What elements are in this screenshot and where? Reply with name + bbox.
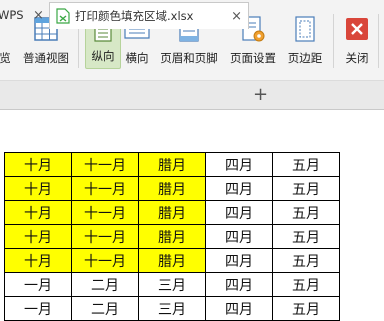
table-cell[interactable]: 一月 <box>4 272 72 297</box>
table-cell[interactable]: 腊月 <box>138 224 206 249</box>
table-row: 十月 十一月 腊月 四月 五月 <box>4 224 340 249</box>
tab-close-icon[interactable]: × <box>231 9 242 24</box>
table-row: 十月 十一月 腊月 四月 五月 <box>4 200 340 225</box>
margins-button[interactable]: 页边距 <box>285 12 325 74</box>
header-footer-label: 页眉和页脚 <box>160 51 218 65</box>
close-label: 关闭 <box>345 51 369 65</box>
close-icon <box>345 12 369 46</box>
table-cell[interactable]: 十一月 <box>71 176 139 201</box>
table-cell[interactable]: 五月 <box>272 296 340 321</box>
ribbon-divider <box>333 14 334 68</box>
table-cell[interactable]: 三月 <box>138 296 206 321</box>
tab-wps-label: WPS <box>0 8 24 22</box>
table-cell[interactable]: 腊月 <box>138 152 206 177</box>
close-preview-button[interactable]: 关闭 <box>340 12 374 74</box>
margins-label: 页边距 <box>287 51 323 65</box>
table-cell[interactable]: 十一月 <box>71 248 139 273</box>
tab-spreadsheet[interactable]: 打印颜色填充区域.xlsx × <box>49 2 249 29</box>
table-cell[interactable]: 四月 <box>205 248 273 273</box>
tab-spreadsheet-label: 打印颜色填充区域.xlsx <box>75 9 194 23</box>
table-cell[interactable]: 五月 <box>272 200 340 225</box>
month-table: 十月 十一月 腊月 四月 五月 十月 十一月 腊月 四月 五月 十月 十一月 腊月 四月 五月 十月 十一月 腊月… <box>4 152 340 321</box>
table-cell[interactable]: 十月 <box>4 200 72 225</box>
print-preview-page: 十月 十一月 腊月 四月 五月 十月 十一月 腊月 四月 五月 十月 十一月 腊月 四月 五月 十月 十一月 腊月… <box>0 110 384 321</box>
document-tab-bar <box>0 81 384 110</box>
table-cell[interactable]: 十一月 <box>71 152 139 177</box>
add-tab-icon[interactable]: + <box>253 84 268 105</box>
table-cell[interactable]: 三月 <box>138 272 206 297</box>
table-row: 十月 十一月 腊月 四月 五月 <box>4 176 340 201</box>
table-cell[interactable]: 五月 <box>272 272 340 297</box>
table-cell[interactable]: 四月 <box>205 272 273 297</box>
table-cell[interactable]: 腊月 <box>138 200 206 225</box>
table-cell[interactable]: 四月 <box>205 224 273 249</box>
table-cell[interactable]: 十一月 <box>71 200 139 225</box>
preview-label: 览 <box>0 51 11 65</box>
portrait-label: 纵向 <box>91 49 115 63</box>
table-cell[interactable]: 四月 <box>205 152 273 177</box>
table-row: 一月 二月 三月 四月 五月 <box>4 296 340 321</box>
table-cell[interactable]: 腊月 <box>138 176 206 201</box>
table-cell[interactable]: 五月 <box>272 176 340 201</box>
table-row: 十月 十一月 腊月 四月 五月 <box>4 152 340 177</box>
table-cell[interactable]: 五月 <box>272 248 340 273</box>
table-cell[interactable]: 四月 <box>205 296 273 321</box>
tab-close-icon[interactable]: × <box>33 8 44 23</box>
table-cell[interactable]: 四月 <box>205 200 273 225</box>
table-cell[interactable]: 五月 <box>272 152 340 177</box>
table-cell[interactable]: 十月 <box>4 224 72 249</box>
ribbon-divider <box>378 14 379 68</box>
table-cell[interactable]: 四月 <box>205 176 273 201</box>
table-cell[interactable]: 十月 <box>4 176 72 201</box>
table-cell[interactable]: 十月 <box>4 248 72 273</box>
page-setup-label: 页面设置 <box>230 51 276 65</box>
table-cell[interactable]: 二月 <box>71 272 139 297</box>
table-row: 十月 十一月 腊月 四月 五月 <box>4 248 340 273</box>
table-cell[interactable]: 二月 <box>71 296 139 321</box>
table-cell[interactable]: 五月 <box>272 224 340 249</box>
landscape-label: 横向 <box>125 51 149 65</box>
table-cell[interactable]: 腊月 <box>138 248 206 273</box>
table-row: 一月 二月 三月 四月 五月 <box>4 272 340 297</box>
table-cell[interactable]: 十月 <box>4 152 72 177</box>
normal-view-label: 普通视图 <box>23 51 69 65</box>
table-cell[interactable]: 一月 <box>4 296 72 321</box>
margins-icon <box>294 12 316 46</box>
spreadsheet-file-icon <box>56 8 70 24</box>
table-cell[interactable]: 十一月 <box>71 224 139 249</box>
tab-wps[interactable]: WPS × <box>0 3 46 27</box>
